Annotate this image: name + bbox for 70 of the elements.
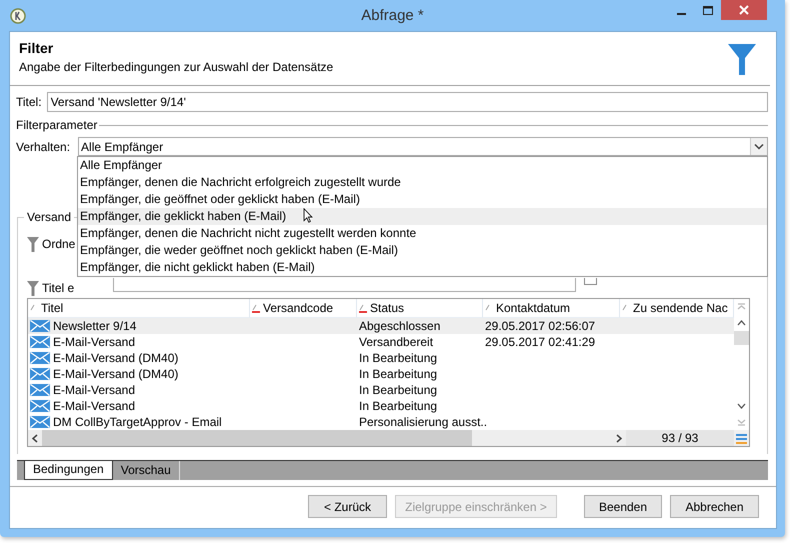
dropdown-option[interactable]: Empfänger, denen die Nachricht erfolgreich zugestellt wurde	[78, 174, 767, 191]
dropdown-option[interactable]: Empfänger, die geklickt haben (E-Mail)	[78, 208, 767, 225]
funnel-icon	[27, 236, 39, 252]
tab[interactable]: Bedingungen	[24, 461, 113, 480]
behavior-dropdown[interactable]: Alle Empfänger	[78, 137, 768, 156]
table-cell: E-Mail-Versand	[53, 335, 136, 349]
table-row[interactable]: E-Mail-Versand (DM40) In Bearbeitung	[28, 366, 734, 382]
checkbox[interactable]	[584, 278, 598, 285]
envelope-icon	[30, 400, 50, 412]
envelope-icon	[30, 368, 50, 380]
column-header[interactable]: Versandcode	[250, 299, 357, 318]
dropdown-option[interactable]: Empfänger, denen die Nachricht nicht zugestellt werden konnte	[78, 225, 767, 242]
table-row[interactable]: Newsletter 9/14 Abgeschlossen 29.05.2017 02:56:07	[28, 318, 734, 334]
scroll-thumb[interactable]	[734, 331, 749, 345]
table-cell: Newsletter 9/14	[53, 319, 136, 333]
app-icon	[10, 8, 26, 24]
record-counter: 93 / 93	[626, 430, 734, 446]
table-cell: E-Mail-Versand (DM40)	[53, 351, 178, 365]
table-row[interactable]: E-Mail-Versand (DM40) In Bearbeitung	[28, 350, 734, 366]
table-row[interactable]: E-Mail-Versand Versandbereit 29.05.2017 02:41:29	[28, 334, 734, 350]
table-cell: In Bearbeitung	[359, 399, 438, 413]
close-button[interactable]	[721, 0, 767, 20]
dropdown-option[interactable]: Alle Empfänger	[78, 157, 767, 174]
group-label: Versand	[24, 210, 74, 224]
table-row[interactable]: DM CollByTargetApprov - Email Personalisierung ausst..	[28, 414, 734, 430]
dropdown-option[interactable]: Empfänger, die weder geöffnet noch geklickt haben (E-Mail)	[78, 242, 767, 259]
cancel-button[interactable]: Abbrechen	[670, 495, 759, 518]
table-cell: In Bearbeitung	[359, 351, 438, 365]
filter-label: Titel e	[42, 281, 74, 295]
table-cell: Abgeschlossen	[359, 319, 440, 333]
table-cell: E-Mail-Versand	[53, 383, 136, 397]
table-row[interactable]: E-Mail-Versand In Bearbeitung	[28, 398, 734, 414]
title-field[interactable]: Versand 'Newsletter 9/14'	[46, 92, 768, 112]
column-header[interactable]: Kontaktdatum	[483, 299, 620, 318]
title-filter-field[interactable]	[113, 278, 576, 292]
finish-button[interactable]: Beenden	[584, 495, 662, 518]
filter-label: Ordne	[42, 237, 76, 251]
table-cell: In Bearbeitung	[359, 383, 438, 397]
envelope-icon	[30, 416, 50, 428]
envelope-icon	[30, 384, 50, 396]
table-cell: In Bearbeitung	[359, 367, 438, 381]
funnel-icon	[728, 44, 756, 76]
table-cell: Versandbereit	[359, 335, 434, 349]
page-title: Filter	[19, 39, 54, 57]
table-cell: 29.05.2017 02:56:07	[485, 319, 596, 333]
section-label: Filterparameter	[16, 118, 98, 132]
back-button[interactable]: < Zurück	[308, 495, 387, 518]
dropdown-option[interactable]: Empfänger, die nicht geklickt haben (E-Mail)	[78, 259, 767, 276]
column-header[interactable]: Zu sendende Nac	[620, 299, 734, 318]
funnel-icon	[27, 280, 39, 296]
mouse-pointer-icon	[303, 208, 313, 223]
chevron-down-icon	[750, 138, 767, 155]
table-cell: Personalisierung ausst..	[359, 415, 488, 429]
field-label: Titel:	[16, 95, 42, 109]
table-cell: E-Mail-Versand (DM40)	[53, 367, 178, 381]
envelope-icon	[30, 336, 50, 348]
tab[interactable]: Vorschau	[112, 461, 180, 480]
table-cell: 29.05.2017 02:41:29	[485, 335, 596, 349]
envelope-icon	[30, 352, 50, 364]
table-cell: DM CollByTargetApprov - Email	[53, 415, 222, 429]
scroll-thumb[interactable]	[42, 430, 472, 446]
table-cell: E-Mail-Versand	[53, 399, 136, 413]
table-row[interactable]: E-Mail-Versand In Bearbeitung	[28, 382, 734, 398]
field-label: Verhalten:	[16, 140, 70, 154]
window-title: Abfrage *	[360, 7, 425, 24]
dropdown-option[interactable]: Empfänger, die geöffnet oder geklickt haben (E-Mail)	[78, 191, 767, 208]
envelope-icon	[30, 320, 50, 332]
column-header[interactable]: Status	[357, 299, 483, 318]
page-subtitle: Angabe der Filterbedingungen zur Auswahl der Datensätze	[19, 60, 334, 74]
column-header[interactable]: Titel	[28, 299, 250, 318]
